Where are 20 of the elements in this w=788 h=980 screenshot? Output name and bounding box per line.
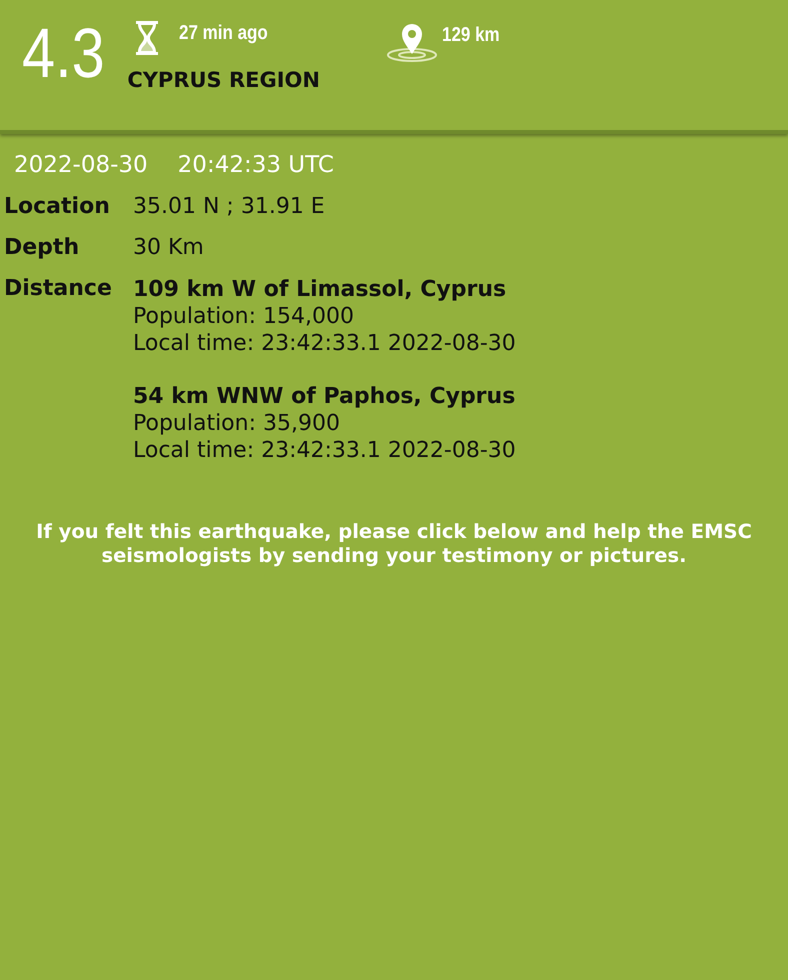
distance-value: 129 km [442, 24, 500, 47]
detail-value: 30 Km [133, 235, 204, 260]
region-name: CYPRUS REGION [127, 68, 320, 92]
population-text: Population: 154,000 [133, 303, 355, 330]
detail-label: Distance [4, 276, 113, 303]
detail-label: Location [4, 194, 111, 219]
hourglass-icon [135, 20, 160, 56]
population-text: Population: 35,900 [133, 410, 341, 437]
time-ago: 27 min ago [179, 22, 268, 45]
magnitude: 4.3 [22, 18, 105, 88]
event-date: 2022-08-30 [14, 152, 148, 178]
local-time-text: Local time: 23:42:33.1 2022-08-30 [133, 437, 516, 464]
event-time: 20:42:33 UTC [178, 152, 334, 178]
place-name: 109 km W of Limassol, Cyprus [133, 276, 508, 303]
testimony-prompt: If you felt this earthquake, please click below and help the EMSC seismologists by sending your testimony or pictures. [35, 520, 753, 568]
location-pin-icon [386, 22, 438, 62]
place-name: 54 km WNW of Paphos, Cyprus [133, 383, 516, 410]
local-time-text: Local time: 23:42:33.1 2022-08-30 [133, 330, 516, 357]
detail-value: 35.01 N ; 31.91 E [133, 194, 325, 219]
detail-label: Depth [4, 235, 80, 260]
